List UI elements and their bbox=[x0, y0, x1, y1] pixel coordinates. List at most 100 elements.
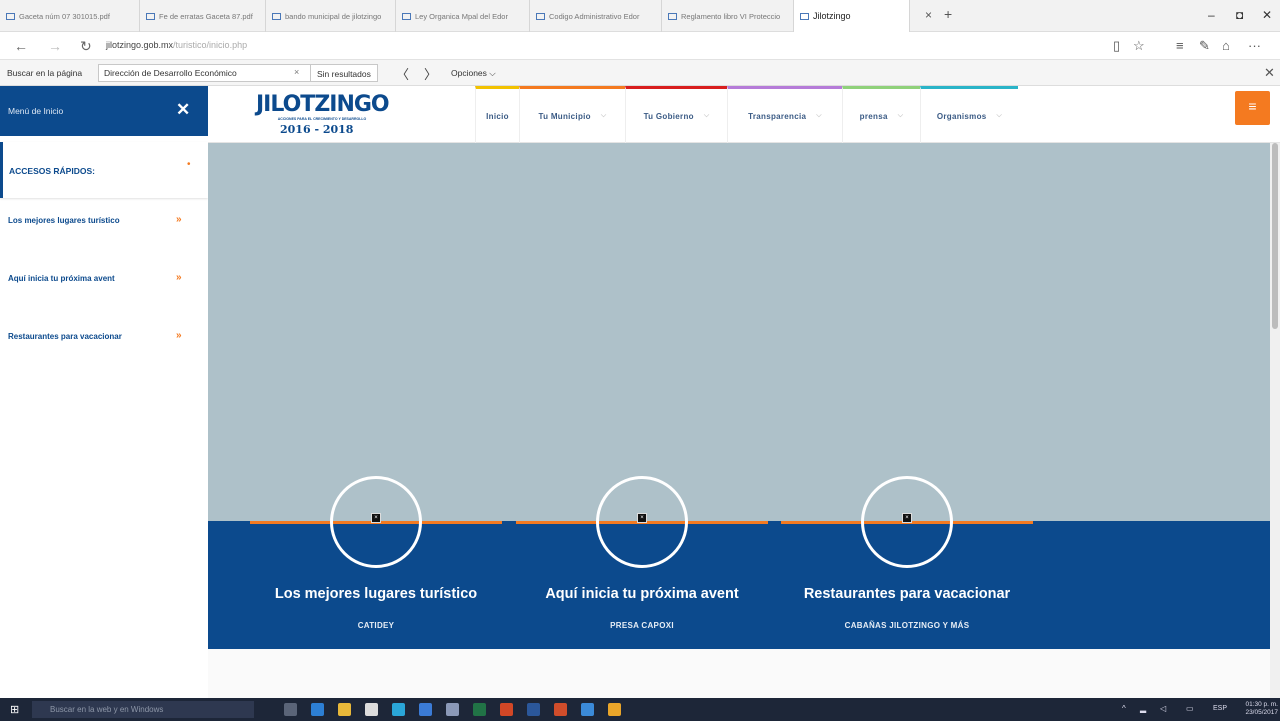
quick-access-label: ACCESOS RÁPIDOS: bbox=[9, 166, 95, 176]
scrollbar-thumb[interactable] bbox=[1272, 143, 1278, 329]
nav-item[interactable]: Tu Municipio ⌵ bbox=[519, 86, 625, 143]
broken-image-icon: × bbox=[371, 513, 381, 523]
quick-access-header[interactable]: ACCESOS RÁPIDOS: • bbox=[0, 142, 208, 198]
find-label: Buscar en la página bbox=[7, 68, 83, 78]
tab-page-icon bbox=[402, 12, 411, 20]
more-icon[interactable]: ··· bbox=[1248, 38, 1261, 53]
back-icon[interactable]: ← bbox=[14, 38, 28, 54]
hub-icon[interactable]: ≡ bbox=[1176, 38, 1184, 53]
web-notes-icon[interactable]: ✎ bbox=[1199, 38, 1210, 54]
media-icon[interactable] bbox=[554, 703, 567, 716]
double-chevron-icon: » bbox=[176, 330, 182, 341]
card-title[interactable]: Los mejores lugares turístico bbox=[250, 586, 502, 602]
share-icon[interactable]: ⌂ bbox=[1222, 38, 1230, 53]
find-options-button[interactable]: Opciones ⌵ bbox=[451, 68, 496, 79]
feature-card[interactable]: × Aquí inicia tu próxima avent PRESA CAPOX… bbox=[516, 476, 768, 649]
find-results: Sin resultados bbox=[310, 64, 378, 82]
side-menu-item-label: Los mejores lugares turístico bbox=[8, 216, 120, 225]
find-clear-icon[interactable]: × bbox=[294, 67, 299, 77]
page-scrollbar[interactable] bbox=[1270, 143, 1280, 698]
browser-tab[interactable]: Fe de erratas Gaceta 87.pdf bbox=[140, 0, 266, 32]
maximize-button[interactable]: ◘ bbox=[1236, 8, 1243, 22]
clock-time: 01:30 p. m. bbox=[1245, 701, 1278, 708]
network-icon[interactable]: ▂ bbox=[1140, 704, 1146, 713]
side-menu-item-label: Aquí inicia tu próxima avent bbox=[8, 274, 115, 283]
featured-band: × Los mejores lugares turístico CATIDEY × Aq… bbox=[208, 476, 1270, 649]
volume-icon[interactable]: ◁ bbox=[1160, 704, 1166, 713]
side-menu-close-icon[interactable]: ✕ bbox=[176, 100, 190, 120]
browser-tab-bar: Gaceta núm 07 301015.pdf Fe de erratas Ga… bbox=[0, 0, 1280, 32]
windows-start-icon[interactable]: ⊞ bbox=[10, 703, 19, 716]
taskbar-search[interactable]: Buscar en la web y en Windows bbox=[32, 701, 254, 718]
side-menu-item[interactable]: Restaurantes para vacacionar » bbox=[0, 314, 208, 372]
tab-label: Reglamento libro VI Proteccio bbox=[681, 11, 781, 21]
find-previous-button[interactable]: 〈 bbox=[396, 64, 409, 83]
find-input[interactable] bbox=[98, 64, 316, 82]
nav-item-label: Tu Municipio bbox=[538, 111, 591, 121]
task-view-icon[interactable] bbox=[284, 703, 297, 716]
chevron-down-icon: ⌵ bbox=[897, 112, 904, 119]
tab-page-icon bbox=[668, 12, 677, 20]
maps-icon[interactable] bbox=[392, 703, 405, 716]
chevron-down-icon: ⌵ bbox=[703, 112, 710, 119]
nav-item-label: prensa bbox=[859, 111, 888, 121]
file-explorer-icon[interactable] bbox=[338, 703, 351, 716]
excel-icon[interactable] bbox=[473, 703, 486, 716]
broken-image-icon: × bbox=[902, 513, 912, 523]
browser-tab[interactable]: Ley Organica Mpal del Edor bbox=[396, 0, 530, 32]
refresh-icon[interactable]: ↻ bbox=[80, 38, 92, 55]
word-icon[interactable] bbox=[527, 703, 540, 716]
tray-clock[interactable]: 01:30 p. m. 23/05/2017 bbox=[1240, 701, 1278, 717]
notifications-icon[interactable]: ▭ bbox=[1186, 704, 1194, 713]
reading-view-icon[interactable]: ▯ bbox=[1113, 38, 1120, 54]
double-chevron-icon: » bbox=[176, 214, 182, 225]
broken-image-icon: × bbox=[637, 513, 647, 523]
input-language[interactable]: ESP bbox=[1213, 705, 1227, 712]
favorite-star-icon[interactable]: ☆ bbox=[1133, 38, 1145, 54]
quick-access-dot-icon: • bbox=[187, 159, 191, 170]
url-domain: jilotzingo.gob.mx bbox=[106, 40, 174, 50]
minimize-button[interactable]: – bbox=[1208, 8, 1215, 22]
nav-item[interactable]: Tu Gobierno ⌵ bbox=[625, 86, 727, 143]
hamburger-menu-icon[interactable]: ≡ bbox=[1235, 91, 1270, 125]
window-close-button[interactable]: ✕ bbox=[1262, 8, 1272, 22]
site-header: JILOTZINGO ACCIONES PARA EL CRECIMIENTO … bbox=[208, 86, 1280, 143]
store-icon[interactable] bbox=[365, 703, 378, 716]
browser-tab[interactable]: Gaceta núm 07 301015.pdf bbox=[0, 0, 140, 32]
app-icon[interactable] bbox=[446, 703, 459, 716]
photos-icon[interactable] bbox=[419, 703, 432, 716]
card-title[interactable]: Aquí inicia tu próxima avent bbox=[516, 586, 768, 602]
feature-card[interactable]: × Restaurantes para vacacionar CABAÑAS JIL… bbox=[781, 476, 1033, 649]
nav-item[interactable]: Inicio bbox=[475, 86, 519, 143]
browser-tab[interactable]: Reglamento libro VI Proteccio bbox=[662, 0, 794, 32]
new-tab-button[interactable]: + bbox=[944, 6, 952, 22]
nav-item[interactable]: prensa ⌵ bbox=[842, 86, 920, 143]
side-menu-item[interactable]: Aquí inicia tu próxima avent » bbox=[0, 256, 208, 314]
side-menu-header: Menú de Inicio ✕ bbox=[0, 86, 208, 136]
browser-tab[interactable]: bando municipal de jilotzingo bbox=[266, 0, 396, 32]
logo-years: 2016 - 2018 bbox=[280, 123, 354, 136]
nav-item[interactable]: Organismos ⌵ bbox=[920, 86, 1018, 143]
find-close-button[interactable]: ✕ bbox=[1264, 65, 1275, 81]
url-field[interactable]: jilotzingo.gob.mx/turistico/inicio.php bbox=[106, 40, 247, 50]
nav-item[interactable]: Transparencia ⌵ bbox=[727, 86, 842, 143]
site-logo[interactable]: JILOTZINGO bbox=[256, 92, 390, 117]
browser-tab[interactable]: Codigo Administrativo Edor bbox=[530, 0, 662, 32]
side-menu-item[interactable]: Los mejores lugares turístico » bbox=[0, 198, 208, 256]
address-bar: ← → ↻ jilotzingo.gob.mx/turistico/inicio… bbox=[0, 32, 1280, 60]
tray-arrow-icon[interactable]: ^ bbox=[1122, 704, 1126, 713]
card-subtitle: PRESA CAPOXI bbox=[610, 621, 674, 630]
close-tab-button[interactable]: × bbox=[925, 8, 932, 22]
powerpoint-icon[interactable] bbox=[500, 703, 513, 716]
forward-icon[interactable]: → bbox=[48, 38, 62, 54]
tab-label: Jilotzingo bbox=[813, 11, 851, 21]
chevron-down-icon: ⌵ bbox=[600, 112, 607, 119]
card-title[interactable]: Restaurantes para vacacionar bbox=[781, 586, 1033, 602]
onenote-icon[interactable] bbox=[581, 703, 594, 716]
browser-tab[interactable]: Jilotzingo bbox=[794, 0, 910, 32]
feature-card[interactable]: × Los mejores lugares turístico CATIDEY bbox=[250, 476, 502, 649]
find-next-button[interactable]: 〉 bbox=[424, 64, 437, 83]
edge-icon[interactable] bbox=[311, 703, 324, 716]
chrome-icon[interactable] bbox=[608, 703, 621, 716]
side-menu: Menú de Inicio ✕ ACCESOS RÁPIDOS: • Los … bbox=[0, 86, 208, 698]
